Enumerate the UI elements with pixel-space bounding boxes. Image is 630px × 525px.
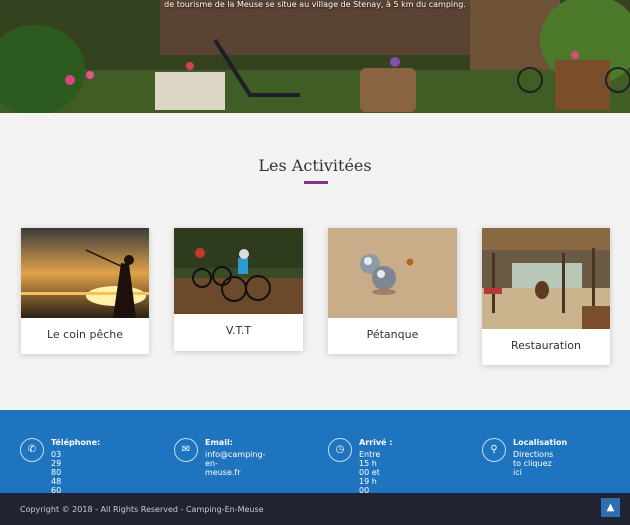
activity-card-petanque[interactable]: Pétanque: [328, 228, 457, 354]
petanque-image: [328, 228, 457, 318]
card-label: V.T.T: [225, 324, 252, 337]
activity-card-restauration[interactable]: Restauration: [482, 228, 610, 365]
phone-icon: ✆: [20, 438, 44, 462]
hero-banner: de tourisme de la Meuse se situe au vill…: [0, 0, 630, 113]
contact-text[interactable]: info@camping-en- meuse.fr: [205, 450, 265, 477]
email-address-line1[interactable]: info@camping-en-: [205, 450, 265, 468]
contact-text[interactable]: Directions to cliquez ici: [513, 450, 553, 477]
footer-bar: Copyright © 2018 - All Rights Reserved -…: [0, 493, 630, 525]
fishing-image: [21, 228, 149, 318]
contact-title: Arrivé :: [359, 438, 393, 447]
activity-card-vtt[interactable]: V.T.T: [174, 228, 303, 351]
card-label: Le coin pêche: [46, 328, 124, 341]
hero-garden-image: [0, 0, 630, 113]
restaurant-image: [482, 228, 610, 329]
location-icon: ⚲: [482, 438, 506, 462]
mountain-bike-image: [174, 228, 303, 314]
contact-title: Localisation: [513, 438, 568, 447]
directions-link[interactable]: Directions to cliquez ici: [513, 450, 553, 477]
phone-number: 03 29 80 48 60: [51, 450, 62, 495]
card-label: Pétanque: [366, 328, 419, 341]
card-label: Restauration: [510, 339, 581, 352]
hero-caption: de tourisme de la Meuse se situe au vill…: [164, 0, 466, 9]
chevron-up-icon: ▲: [606, 502, 615, 513]
copyright-text: Copyright © 2018 - All Rights Reserved -…: [20, 505, 264, 514]
email-icon: ✉: [174, 438, 198, 462]
section-title: Les Activitées: [258, 156, 372, 175]
contact-text: 03 29 80 48 60: [51, 450, 61, 495]
clock-icon: ◷: [328, 438, 352, 462]
contact-info-bar: ✆ Téléphone: 03 29 80 48 60 ✉ Email: inf…: [0, 410, 630, 495]
contact-title: Téléphone:: [51, 438, 101, 447]
email-address-line2[interactable]: meuse.fr: [205, 468, 265, 477]
activity-card-fishing[interactable]: Le coin pêche: [21, 228, 149, 354]
contact-title: Email:: [205, 438, 233, 447]
scroll-to-top-button[interactable]: ▲: [601, 498, 620, 517]
contact-text: Entre 15 h 00 et 19 h 00: [359, 450, 380, 495]
arrival-hours: Entre 15 h 00 et 19 h 00: [359, 450, 381, 495]
title-underline: [304, 181, 328, 184]
